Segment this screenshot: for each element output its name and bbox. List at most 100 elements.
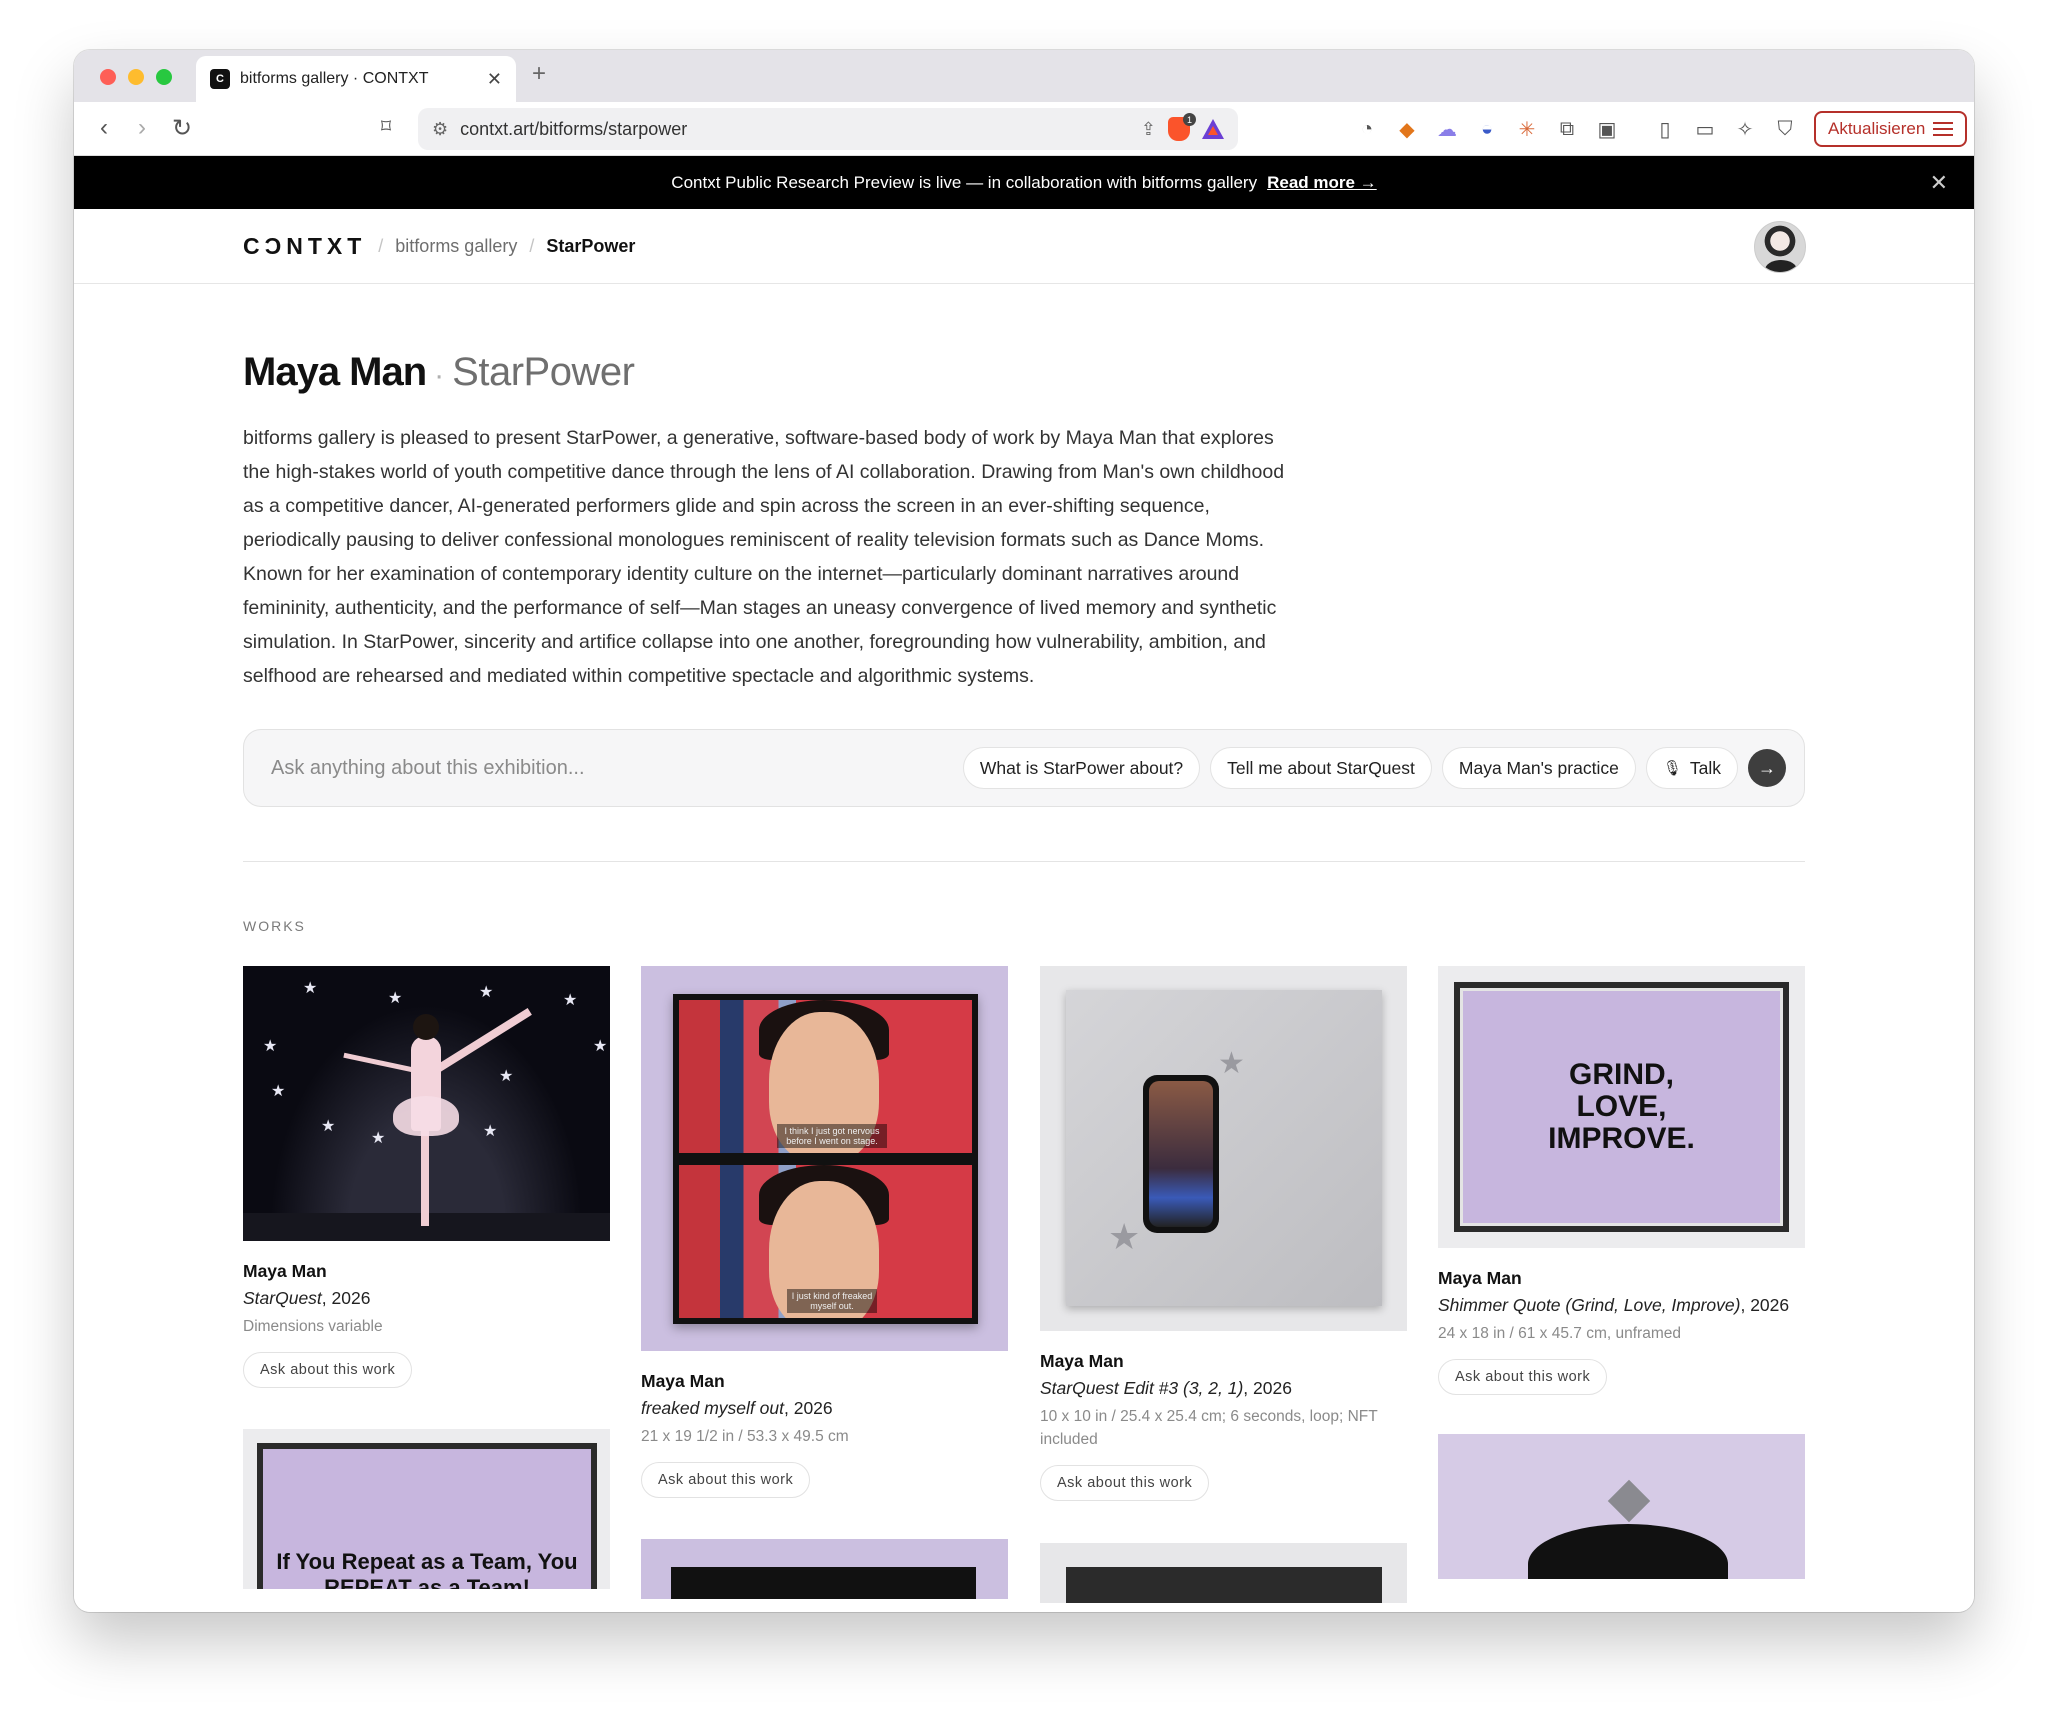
work-artist: Maya Man [1040, 1351, 1124, 1371]
password-manager-icon[interactable]: ◔ [1354, 116, 1380, 142]
work-title: freaked myself out, 2026 [641, 1398, 1008, 1419]
work-card[interactable] [1438, 1434, 1805, 1579]
extensions-puzzle-icon[interactable]: ⧉ [1554, 116, 1580, 142]
suggestion-chip-starquest[interactable]: Tell me about StarQuest [1210, 747, 1432, 789]
send-arrow-icon[interactable]: → [1748, 749, 1786, 787]
leo-ai-icon[interactable]: ✧ [1732, 116, 1758, 142]
brave-shields-icon[interactable]: 1 [1168, 113, 1196, 141]
dancer-leg [421, 1126, 429, 1226]
work-year: , 2026 [783, 1398, 833, 1418]
work-card[interactable]: I think I just got nervous before I went… [641, 966, 1008, 1498]
reload-icon[interactable]: ↻ [168, 114, 196, 143]
back-icon[interactable]: ‹ [90, 114, 118, 142]
artwork-image-garment[interactable] [1438, 1434, 1805, 1579]
contxt-logo[interactable]: CƆNTXT [243, 233, 366, 260]
ask-about-work-button[interactable]: Ask about this work [1040, 1465, 1210, 1501]
bookmark-icon[interactable]: ⌑ [372, 114, 400, 139]
site-header: CƆNTXT / bitforms gallery / StarPower [74, 209, 1974, 284]
black-garment [1528, 1524, 1728, 1579]
new-tab-button[interactable]: + [532, 60, 546, 88]
breadcrumb-current: StarPower [546, 235, 636, 256]
video-still-top: I think I just got nervous before I went… [679, 1000, 972, 1153]
brave-rewards-icon[interactable] [1202, 119, 1224, 139]
work-dimensions: 21 x 19 1/2 in / 53.3 x 49.5 cm [641, 1428, 849, 1445]
dancer-tutu [393, 1096, 459, 1136]
ask-input[interactable] [271, 756, 953, 780]
work-title: Shimmer Quote (Grind, Love, Improve), 20… [1438, 1295, 1805, 1316]
work-title-italic: StarQuest [243, 1288, 322, 1308]
work-dimensions: 24 x 18 in / 61 x 45.7 cm, unframed [1438, 1325, 1681, 1342]
artwork-image[interactable] [1040, 1543, 1407, 1603]
artwork-image[interactable] [641, 1539, 1008, 1599]
dancer-head [413, 1014, 439, 1040]
artwork-image-freaked-myself-out[interactable]: I think I just got nervous before I went… [641, 966, 1008, 1351]
banner-read-more-link[interactable]: Read more → [1267, 173, 1377, 193]
active-tab[interactable]: C bitforms gallery · CONTXT ✕ [196, 56, 516, 102]
ask-about-work-button[interactable]: Ask about this work [243, 1352, 413, 1388]
breadcrumb-separator: / [529, 235, 535, 256]
suggestion-chip-starpower[interactable]: What is StarPower about? [962, 747, 1201, 789]
star-icon: ★ [563, 992, 578, 1009]
work-dimensions: 10 x 10 in / 25.4 x 25.4 cm; 6 seconds, … [1040, 1408, 1378, 1448]
phantom-ghost-icon[interactable]: ☁ [1434, 116, 1460, 142]
dancer-leg [425, 1008, 532, 1079]
star-icon: ★ [483, 1123, 498, 1140]
phone-screen [1149, 1081, 1213, 1227]
suggestion-chip-practice[interactable]: Maya Man's practice [1441, 747, 1636, 789]
ask-about-work-button[interactable]: Ask about this work [1438, 1359, 1608, 1395]
close-window-button[interactable] [100, 69, 116, 85]
artwork-image-starquest[interactable]: ★ ★ ★ ★ ★ ★ ★ ★ ★ ★ ★ [243, 966, 610, 1241]
artwork-image-shimmer-quote[interactable]: GRIND, LOVE, IMPROVE. [1438, 966, 1805, 1248]
artwork-image-repeat-quote[interactable]: If You Repeat as a Team, You REPEAT as a… [243, 1429, 610, 1589]
hanger-ornament [1607, 1479, 1651, 1523]
work-artist: Maya Man [641, 1371, 725, 1391]
breadcrumb-gallery[interactable]: bitforms gallery [395, 236, 517, 257]
update-button[interactable]: Aktualisieren [1814, 111, 1968, 147]
talk-button[interactable]: 🎙 Talk [1645, 747, 1738, 789]
share-icon[interactable]: ⇪ [1141, 119, 1156, 140]
vpn-shield-icon[interactable]: ⛉ [1772, 116, 1798, 142]
artwork-image-starquest-edit-3[interactable]: ★ ★ [1040, 966, 1407, 1331]
claude-spark-icon[interactable]: ✳ [1514, 116, 1540, 142]
forward-icon[interactable]: › [128, 114, 156, 142]
phone-device [1143, 1075, 1219, 1233]
work-year: , 2026 [1740, 1295, 1790, 1315]
ask-about-work-button[interactable]: Ask about this work [641, 1462, 811, 1498]
star-icon: ★ [388, 990, 403, 1007]
metamask-fox-icon[interactable]: ◆ [1394, 116, 1420, 142]
work-title-italic: Shimmer Quote (Grind, Love, Improve) [1438, 1295, 1741, 1315]
star-icon: ★ [271, 1083, 286, 1100]
work-title-italic: freaked myself out [641, 1398, 784, 1418]
close-tab-icon[interactable]: ✕ [487, 69, 502, 90]
user-avatar[interactable] [1754, 221, 1806, 273]
work-card[interactable] [1040, 1543, 1407, 1603]
star-icon: ★ [499, 1068, 514, 1085]
work-card[interactable]: GRIND, LOVE, IMPROVE. Maya Man Shimmer Q… [1438, 966, 1805, 1395]
site-settings-icon[interactable]: ⚙ [432, 119, 448, 140]
url-text[interactable]: contxt.art/bitforms/starpower [460, 119, 1129, 140]
helmet-extension-icon[interactable]: ◒ [1474, 116, 1500, 142]
zoom-window-button[interactable] [156, 69, 172, 85]
tab-strip: C bitforms gallery · CONTXT ✕ + [74, 50, 1974, 102]
work-card[interactable]: ★ ★ Maya Man StarQuest Edit #3 (3, 2, 1)… [1040, 966, 1407, 1501]
sidebar-toggle-icon[interactable]: ▯ [1652, 116, 1678, 142]
main-content: Maya Man · StarPower bitforms gallery is… [74, 284, 1974, 1612]
breadcrumb-separator: / [378, 235, 384, 256]
wallet-icon[interactable]: ▭ [1692, 116, 1718, 142]
browser-toolbar: ‹ › ↻ ⌑ ⚙ contxt.art/bitforms/starpower … [74, 102, 1974, 156]
star-icon: ★ [1218, 1047, 1245, 1080]
star-icon: ★ [479, 984, 494, 1001]
banner-close-icon[interactable]: ✕ [1930, 170, 1948, 196]
work-title: StarQuest, 2026 [243, 1288, 610, 1309]
work-card[interactable]: ★ ★ ★ ★ ★ ★ ★ ★ ★ ★ ★ Maya Man StarQuest… [243, 966, 610, 1388]
quote-panel: If You Repeat as a Team, You REPEAT as a… [257, 1443, 597, 1589]
minimize-window-button[interactable] [128, 69, 144, 85]
work-card[interactable]: If You Repeat as a Team, You REPEAT as a… [243, 1429, 610, 1589]
reader-icon[interactable]: ▣ [1594, 116, 1620, 142]
quote-panel: GRIND, LOVE, IMPROVE. [1454, 982, 1789, 1232]
subtitle-caption: I just kind of freaked myself out. [787, 1289, 877, 1313]
works-grid: ★ ★ ★ ★ ★ ★ ★ ★ ★ ★ ★ Maya Man StarQuest… [243, 966, 1805, 1612]
work-card[interactable] [641, 1539, 1008, 1599]
browser-window: C bitforms gallery · CONTXT ✕ + ‹ › ↻ ⌑ … [74, 50, 1974, 1612]
address-bar[interactable]: ⚙ contxt.art/bitforms/starpower ⇪ 1 [418, 108, 1238, 150]
